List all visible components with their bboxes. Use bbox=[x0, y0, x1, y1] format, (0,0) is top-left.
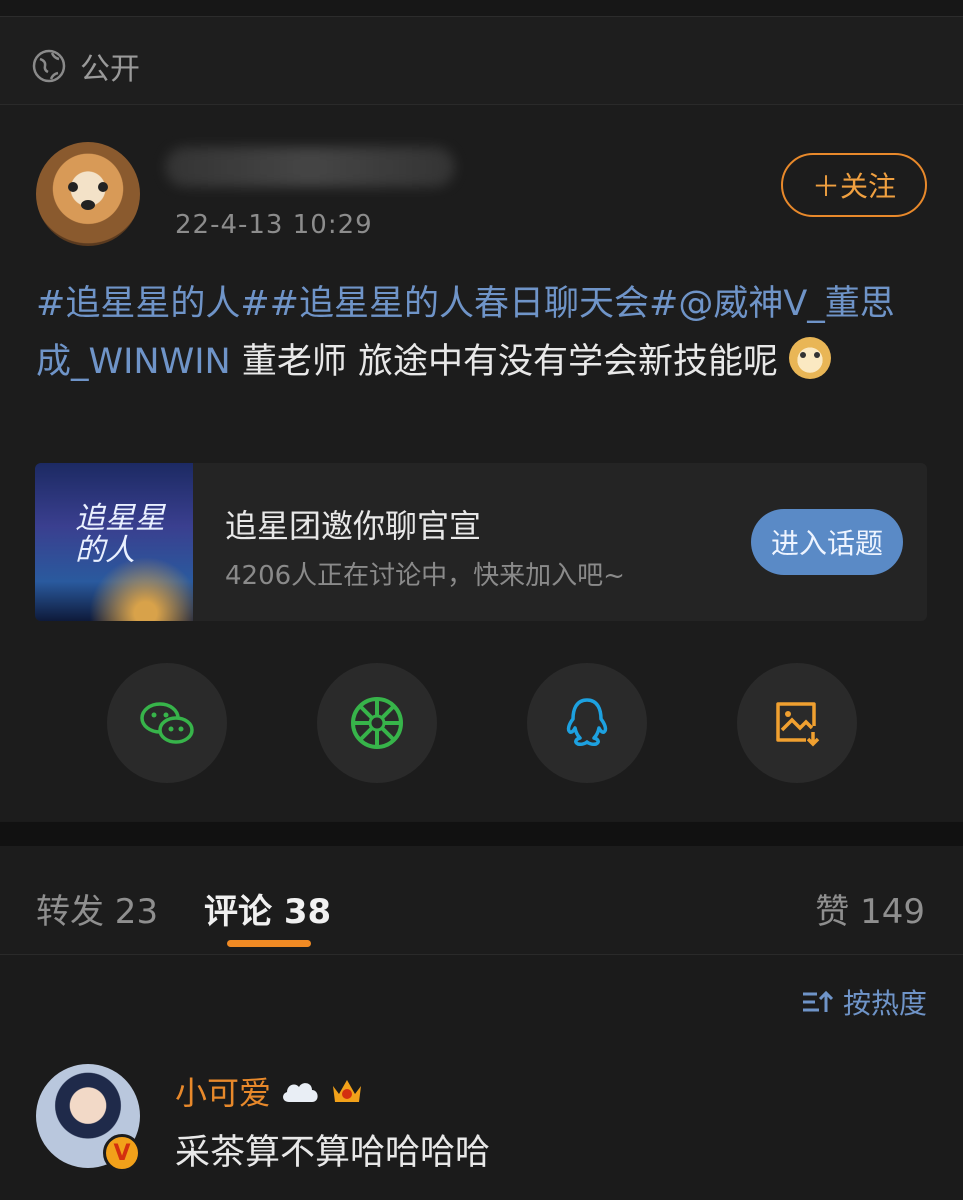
topic-thumb-text: 追星星的人 bbox=[75, 501, 165, 568]
verified-badge: V bbox=[103, 1134, 141, 1172]
comment-item: V 小可爱 采茶算不算哈哈哈哈 bbox=[0, 1060, 963, 1200]
share-moments-button[interactable] bbox=[317, 663, 437, 783]
top-edge bbox=[0, 0, 963, 17]
post-card: 22-4-13 10:29 ＋关注 #追星星的人##追星星的人春日聊天会#@威神… bbox=[0, 105, 963, 821]
author-avatar[interactable] bbox=[36, 142, 140, 246]
share-row bbox=[0, 663, 963, 783]
topic-thumbnail: 追星星的人 bbox=[35, 463, 193, 621]
hashtag-link[interactable]: #追星星的人# bbox=[36, 284, 270, 324]
save-image-button[interactable] bbox=[737, 663, 857, 783]
tab-repost[interactable]: 转发 23 bbox=[36, 884, 158, 933]
wechat-icon bbox=[140, 702, 194, 744]
enter-topic-button[interactable]: 进入话题 bbox=[751, 509, 903, 575]
section-divider bbox=[0, 822, 963, 846]
commenter-name-row: 小可爱 bbox=[175, 1068, 365, 1114]
author-name-redacted[interactable] bbox=[165, 147, 455, 187]
top-bar: 公开 bbox=[0, 0, 963, 105]
avatar-nose bbox=[81, 200, 95, 210]
moments-icon bbox=[351, 697, 403, 749]
save-image-icon bbox=[776, 702, 820, 747]
crown-badge-icon bbox=[333, 1080, 362, 1102]
interaction-tabs: 转发 23 评论 38 赞 149 bbox=[0, 846, 963, 955]
post-timestamp: 22-4-13 10:29 bbox=[175, 210, 373, 240]
topic-card[interactable]: 追星星的人 追星团邀你聊官宣 4206人正在讨论中，快来加入吧~ 进入话题 bbox=[35, 463, 927, 621]
share-wechat-button[interactable] bbox=[107, 663, 227, 783]
avatar-eye bbox=[98, 182, 108, 192]
topic-subtitle: 4206人正在讨论中，快来加入吧~ bbox=[225, 561, 625, 591]
tab-like[interactable]: 赞 149 bbox=[815, 884, 925, 933]
commenter-name[interactable]: 小可爱 bbox=[175, 1068, 271, 1114]
dog-face-emoji-icon bbox=[789, 337, 832, 379]
qq-icon bbox=[566, 698, 608, 746]
follow-button[interactable]: ＋关注 bbox=[781, 153, 927, 217]
share-qq-button[interactable] bbox=[527, 663, 647, 783]
sort-label: 按热度 bbox=[842, 987, 927, 1020]
post-text: 董老师 旅途中有没有学会新技能呢 bbox=[230, 342, 778, 382]
visibility-label: 公开 bbox=[80, 52, 140, 87]
sort-icon bbox=[802, 990, 833, 1012]
hashtag-link[interactable]: #追星星的人春日聊天会# bbox=[270, 284, 679, 324]
comment-text: 采茶算不算哈哈哈哈 bbox=[175, 1133, 491, 1173]
avatar-eye bbox=[68, 182, 78, 192]
tab-comment[interactable]: 评论 38 bbox=[204, 884, 331, 933]
cloud-icon bbox=[283, 1083, 318, 1102]
topic-title: 追星团邀你聊官宣 bbox=[225, 507, 482, 545]
post-body: #追星星的人##追星星的人春日聊天会#@威神V_董思成_WINWIN 董老师 旅… bbox=[36, 275, 926, 391]
globe-icon bbox=[32, 49, 66, 83]
sort-toggle[interactable]: 按热度 bbox=[801, 982, 927, 1022]
active-tab-indicator bbox=[227, 940, 311, 947]
visibility-indicator: 公开 bbox=[32, 44, 140, 88]
